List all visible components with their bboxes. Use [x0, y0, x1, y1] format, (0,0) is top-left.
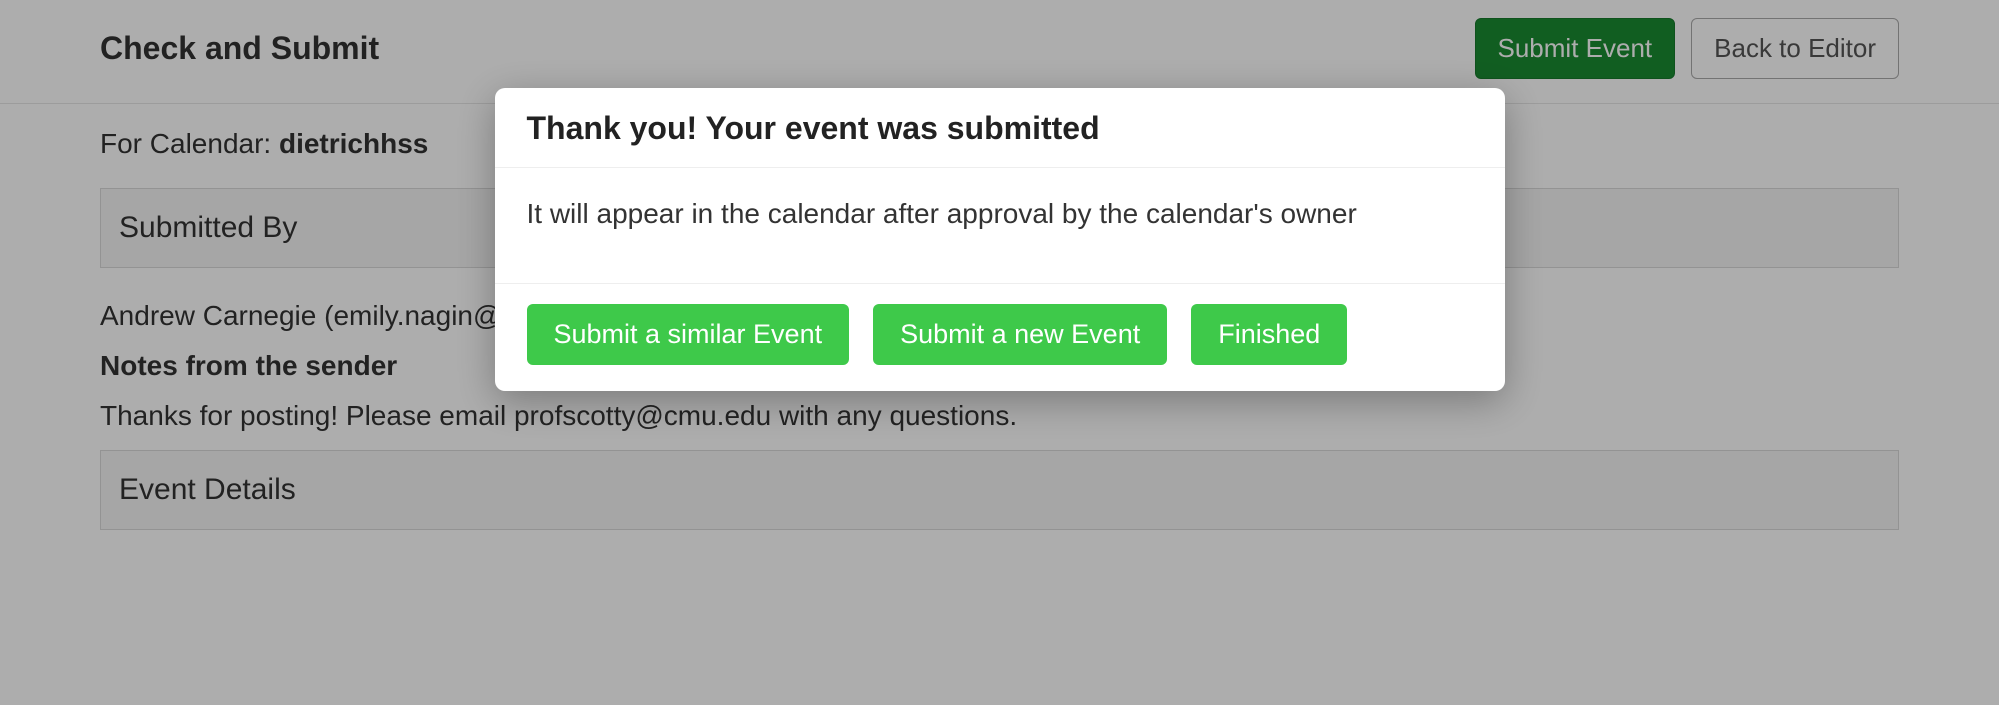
modal-overlay[interactable]: Thank you! Your event was submitted It w…	[0, 0, 1999, 705]
modal-header: Thank you! Your event was submitted	[495, 88, 1505, 168]
submit-new-event-button[interactable]: Submit a new Event	[873, 304, 1167, 365]
modal-footer: Submit a similar Event Submit a new Even…	[495, 284, 1505, 391]
submission-confirmation-modal: Thank you! Your event was submitted It w…	[495, 88, 1505, 391]
modal-body: It will appear in the calendar after app…	[495, 168, 1505, 284]
finished-button[interactable]: Finished	[1191, 304, 1347, 365]
modal-title: Thank you! Your event was submitted	[527, 110, 1473, 147]
submit-similar-event-button[interactable]: Submit a similar Event	[527, 304, 850, 365]
